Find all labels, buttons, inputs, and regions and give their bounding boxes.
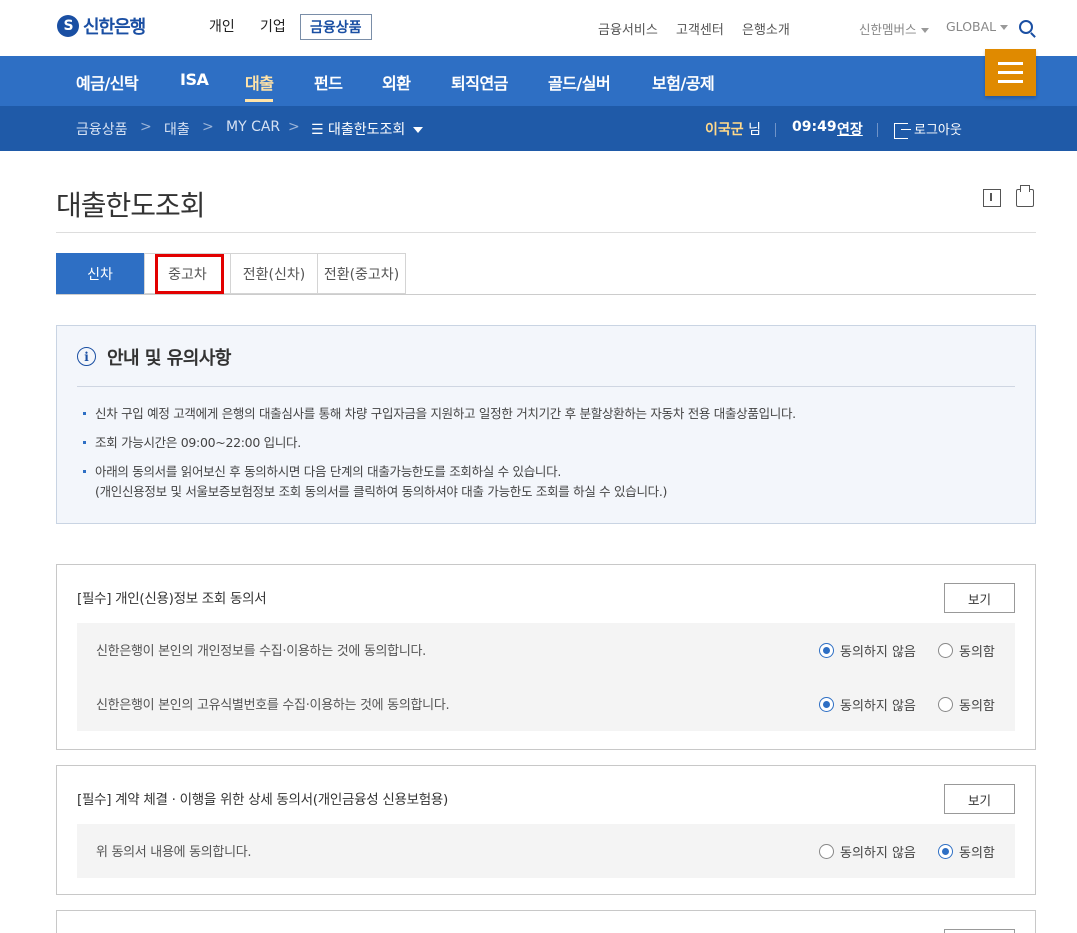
radio-unselected-icon xyxy=(819,844,834,859)
logo-text: 신한은행 xyxy=(83,17,146,38)
user-name: 이국군 xyxy=(705,122,744,138)
divider xyxy=(877,123,878,137)
notice-divider xyxy=(77,386,1015,387)
consent-title: [필수] 개인(신용)정보 조회 동의서 xyxy=(77,591,267,607)
radio-agree[interactable]: 동의함 xyxy=(938,695,995,714)
search-icon[interactable] xyxy=(1019,20,1033,34)
notice-bullet: 아래의 동의서를 읽어보신 후 동의하시면 다음 단계의 대출가능한도를 조회하… xyxy=(82,462,668,502)
radio-label: 동의함 xyxy=(959,846,995,861)
global-dropdown[interactable]: GLOBAL xyxy=(946,19,1009,34)
breadcrumb-separator: > xyxy=(140,119,152,135)
info-icon: i xyxy=(77,347,96,366)
radio-agree[interactable]: 동의함 xyxy=(938,641,995,660)
consent-row: 위 동의서 내용에 동의합니다. 동의하지 않음 동의함 xyxy=(77,824,1015,878)
tab-divider xyxy=(56,294,1036,295)
logout-icon xyxy=(894,122,911,139)
consent-section xyxy=(56,910,1036,933)
radio-unselected-icon xyxy=(938,643,953,658)
consent-text: 신한은행이 본인의 고유식별번호를 수집·이용하는 것에 동의합니다. xyxy=(96,698,450,713)
breadcrumb: 금융상품 > 대출 > MY CAR > ☰ 대출한도조회 이국군 님 09:4… xyxy=(0,106,1077,151)
tab-refinance-used-car[interactable]: 전환(중고차) xyxy=(317,253,406,294)
print-icon[interactable] xyxy=(1016,185,1034,207)
highlight-box xyxy=(155,254,224,294)
radio-selected-icon xyxy=(938,844,953,859)
download-icon[interactable] xyxy=(983,189,1001,207)
nav-foreign-exchange[interactable]: 외환 xyxy=(382,70,411,94)
chevron-down-icon xyxy=(1000,25,1009,30)
notice-bullet-text: 아래의 동의서를 읽어보신 후 동의하시면 다음 단계의 대출가능한도를 조회하… xyxy=(95,464,562,479)
breadcrumb-separator: > xyxy=(202,119,214,135)
radio-selected-icon xyxy=(819,697,834,712)
tab-new-car[interactable]: 신차 xyxy=(56,253,144,294)
title-divider xyxy=(56,232,1036,233)
global-label: GLOBAL xyxy=(946,19,997,34)
view-button[interactable] xyxy=(944,929,1015,933)
breadcrumb-item[interactable]: 금융상품 xyxy=(76,119,128,139)
radio-label: 동의함 xyxy=(959,699,995,714)
util-financial-services[interactable]: 금융서비스 xyxy=(598,19,658,38)
util-about-bank[interactable]: 은행소개 xyxy=(742,19,790,38)
session-timer: 09:49 xyxy=(792,119,837,135)
segment-products[interactable]: 금융상품 xyxy=(300,14,372,40)
breadcrumb-item[interactable]: 대출 xyxy=(164,119,190,139)
consent-title: [필수] 계약 체결 · 이행을 위한 상세 동의서(개인금융성 신용보험용) xyxy=(77,792,448,808)
view-button[interactable]: 보기 xyxy=(944,784,1015,814)
chevron-down-icon xyxy=(920,28,929,33)
logout-label: 로그아웃 xyxy=(914,123,962,138)
segment-corporate[interactable]: 기업 xyxy=(260,16,286,36)
consent-text: 위 동의서 내용에 동의합니다. xyxy=(96,845,252,860)
divider xyxy=(775,123,776,137)
notice-bullet: 신차 구입 예정 고객에게 은행의 대출심사를 통해 차량 구입자금을 지원하고… xyxy=(83,404,796,424)
breadcrumb-current-dropdown[interactable]: ☰ 대출한도조회 xyxy=(311,119,424,139)
members-dropdown[interactable]: 신한멤버스 xyxy=(859,19,929,38)
notice-bullet: 조회 가능시간은 09:00~22:00 입니다. xyxy=(83,433,301,453)
radio-selected-icon xyxy=(819,643,834,658)
main-nav: 예금/신탁 ISA 대출 펀드 외환 퇴직연금 골드/실버 보험/공제 xyxy=(0,56,1077,106)
consent-section: [필수] 개인(신용)정보 조회 동의서 보기 신한은행이 본인의 개인정보를 … xyxy=(56,564,1036,750)
radio-unselected-icon xyxy=(938,697,953,712)
breadcrumb-separator: > xyxy=(288,119,300,135)
radio-label: 동의함 xyxy=(959,645,995,660)
user-greeting: 이국군 님 xyxy=(705,119,761,139)
nav-fund[interactable]: 펀드 xyxy=(314,70,343,94)
radio-disagree[interactable]: 동의하지 않음 xyxy=(819,842,916,861)
list-icon: ☰ xyxy=(311,122,329,138)
breadcrumb-item[interactable]: MY CAR xyxy=(226,119,280,135)
util-customer-center[interactable]: 고객센터 xyxy=(676,19,724,38)
nav-pension[interactable]: 퇴직연금 xyxy=(451,70,508,94)
consent-text: 신한은행이 본인의 개인정보를 수집·이용하는 것에 동의합니다. xyxy=(96,644,426,659)
members-label: 신한멤버스 xyxy=(859,22,917,37)
radio-disagree[interactable]: 동의하지 않음 xyxy=(819,641,916,660)
nav-loan[interactable]: 대출 xyxy=(245,70,274,102)
notice-title: 안내 및 유의사항 xyxy=(107,348,231,369)
radio-label: 동의하지 않음 xyxy=(840,846,916,861)
consent-section: [필수] 계약 체결 · 이행을 위한 상세 동의서(개인금융성 신용보험용) … xyxy=(56,765,1036,895)
nav-isa[interactable]: ISA xyxy=(180,70,209,89)
nav-deposit-trust[interactable]: 예금/신탁 xyxy=(76,70,139,94)
view-button[interactable]: 보기 xyxy=(944,583,1015,613)
consent-row: 신한은행이 본인의 개인정보를 수집·이용하는 것에 동의합니다. 동의하지 않… xyxy=(77,623,1015,677)
radio-disagree[interactable]: 동의하지 않음 xyxy=(819,695,916,714)
shinhan-logo[interactable]: S 신한은행 xyxy=(57,14,146,38)
hamburger-menu-icon[interactable] xyxy=(985,49,1036,96)
notice-bullet-subtext: (개인신용정보 및 서울보증보험정보 조회 동의서를 클릭하여 동의하셔야 대출… xyxy=(95,484,668,499)
extend-session-button[interactable]: 연장 xyxy=(837,119,863,139)
nav-insurance[interactable]: 보험/공제 xyxy=(652,70,715,94)
consent-row: 신한은행이 본인의 고유식별번호를 수집·이용하는 것에 동의합니다. 동의하지… xyxy=(77,677,1015,731)
logout-button[interactable]: 로그아웃 xyxy=(894,119,962,139)
top-bar: S 신한은행 개인 기업 금융상품 금융서비스 고객센터 은행소개 신한멤버스 … xyxy=(0,0,1077,56)
segment-personal[interactable]: 개인 xyxy=(209,16,235,36)
tab-refinance-new-car[interactable]: 전환(신차) xyxy=(230,253,318,294)
chevron-down-icon xyxy=(413,127,424,133)
notice-box: i 안내 및 유의사항 신차 구입 예정 고객에게 은행의 대출심사를 통해 차… xyxy=(56,325,1036,524)
radio-agree[interactable]: 동의함 xyxy=(938,842,995,861)
breadcrumb-current-label: 대출한도조회 xyxy=(328,122,406,138)
shinhan-logo-icon: S xyxy=(57,15,79,37)
user-honorific: 님 xyxy=(748,122,761,138)
radio-label: 동의하지 않음 xyxy=(840,645,916,660)
nav-gold-silver[interactable]: 골드/실버 xyxy=(548,70,611,94)
page-title: 대출한도조회 xyxy=(56,189,206,222)
radio-label: 동의하지 않음 xyxy=(840,699,916,714)
